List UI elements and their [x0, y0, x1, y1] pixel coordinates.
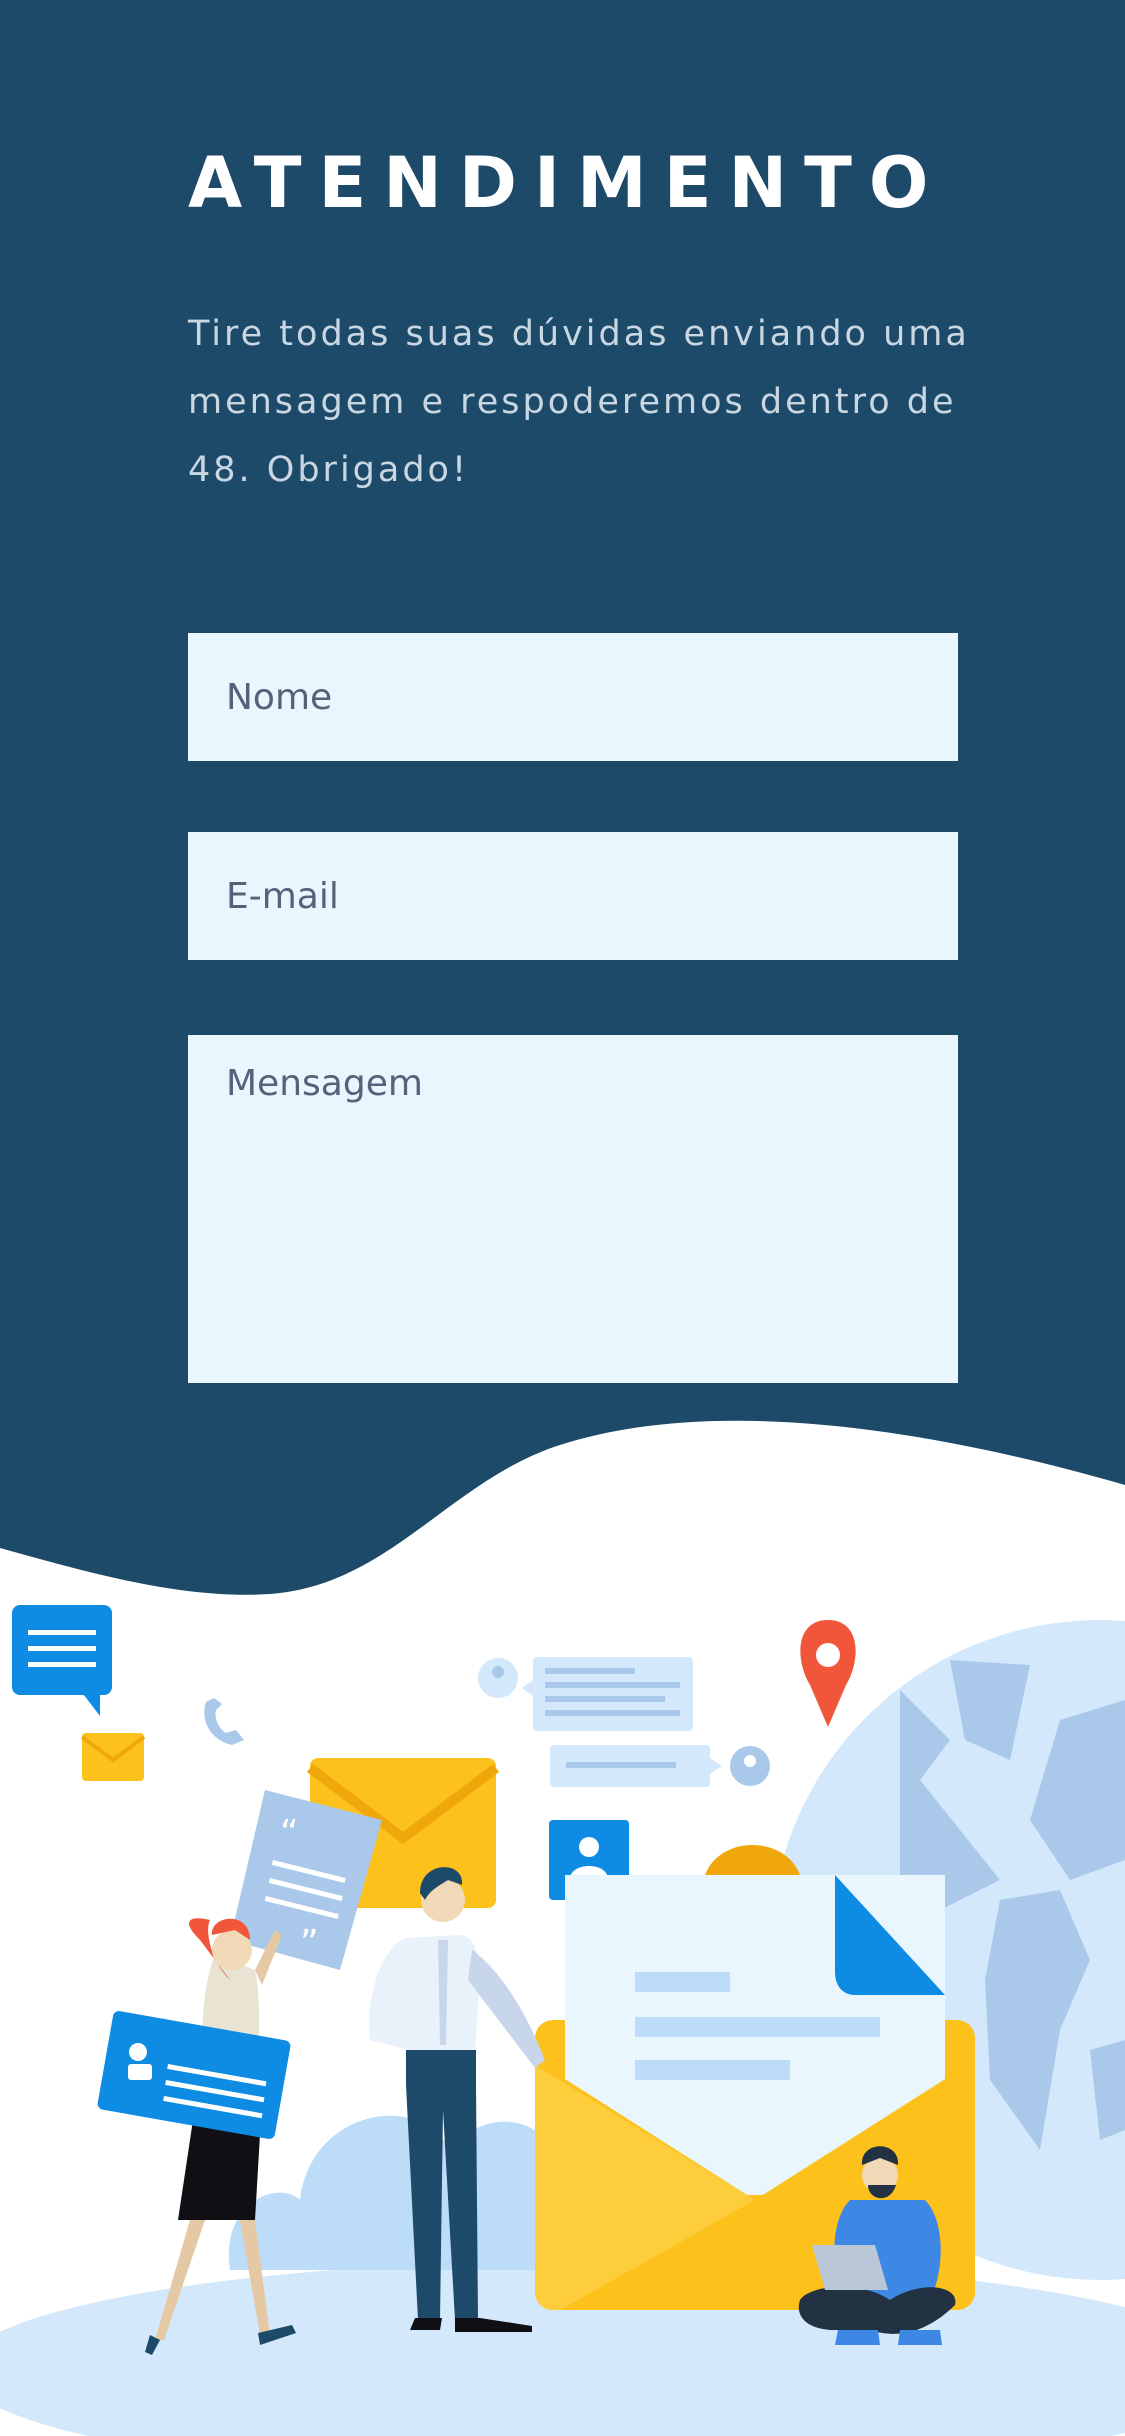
wave-divider: [0, 1420, 1125, 1600]
contact-illustration: “ ”: [0, 1420, 1125, 2436]
svg-text:“: “: [280, 1813, 299, 1854]
mail-icon: [80, 1733, 146, 1781]
svg-text:”: ”: [300, 1923, 319, 1964]
message-bubble-icon: [550, 1745, 770, 1787]
